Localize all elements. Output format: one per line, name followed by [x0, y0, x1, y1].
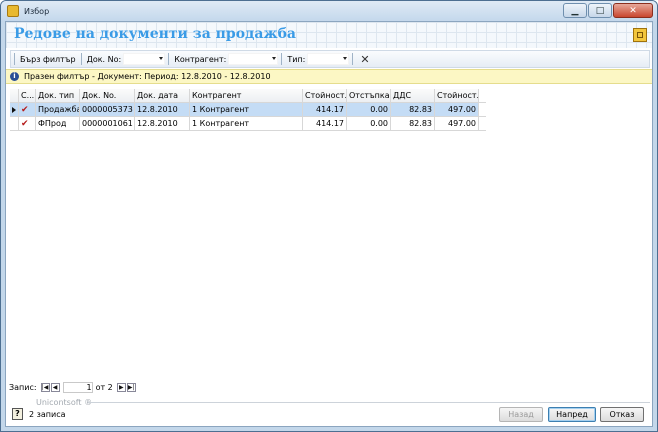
checkmark-icon: ✔ [21, 105, 29, 115]
documents-grid: С... Док. тип Док. No. Док. дата Контраг… [10, 89, 486, 131]
column-header[interactable]: Отстъпка [347, 89, 391, 102]
table-row[interactable]: ✔ ФПрод 0000001061 12.8.2010 1 Контраген… [10, 117, 486, 131]
current-row-icon [12, 106, 16, 113]
doc-no-label: Док. No: [86, 54, 122, 64]
column-header[interactable]: С... [19, 89, 36, 102]
close-button[interactable]: ✕ [613, 3, 653, 18]
back-button[interactable]: Назад [499, 407, 543, 422]
cancel-button[interactable]: Отказ [600, 407, 644, 422]
doc-type-cell: ФПрод [36, 117, 80, 130]
app-icon [7, 5, 19, 17]
column-header[interactable]: Док. дата [135, 89, 190, 102]
record-count: 2 записа [29, 409, 66, 419]
title-bar[interactable]: Избор ▁ □ ✕ [1, 1, 657, 21]
value-cell: 414.17 [303, 117, 347, 130]
next-record-icon[interactable]: ▶ [116, 382, 126, 392]
last-record-icon[interactable]: ▶| [126, 382, 136, 392]
dialog-window: Избор ▁ □ ✕ Редове на документи за прода… [0, 0, 658, 432]
column-header[interactable]: ДДС [391, 89, 435, 102]
doc-no-cell: 0000005373 [80, 103, 135, 116]
help-icon[interactable]: ? [12, 408, 23, 420]
clear-filter-icon[interactable]: ✕ [360, 53, 369, 66]
chevron-down-icon [343, 57, 348, 60]
doc-no-cell: 0000001061 [80, 117, 135, 130]
options-icon[interactable] [633, 28, 647, 42]
column-header[interactable]: Док. тип [36, 89, 80, 102]
vat-cell: 82.83 [391, 103, 435, 116]
column-header[interactable]: Контрагент [190, 89, 303, 102]
table-header: С... Док. тип Док. No. Док. дата Контраг… [10, 89, 486, 103]
window-title: Избор [24, 6, 50, 16]
doc-date-cell: 12.8.2010 [135, 117, 190, 130]
discount-cell: 0.00 [347, 103, 391, 116]
doc-no-combo[interactable] [123, 53, 166, 65]
chevron-down-icon [159, 57, 164, 60]
contractor-cell: 1 Контрагент [190, 103, 303, 116]
toolbar-separator [80, 53, 82, 65]
value-cell: 414.17 [303, 103, 347, 116]
info-icon: i [10, 72, 19, 81]
contractor-cell: 1 Контрагент [190, 117, 303, 130]
total-cell: 497.00 [435, 103, 479, 116]
total-cell: 497.00 [435, 117, 479, 130]
header-indicator [10, 89, 19, 102]
dialog-body: Редове на документи за продажба Бърз фил… [5, 21, 653, 427]
type-combo[interactable] [307, 53, 350, 65]
column-header[interactable]: Док. No. [80, 89, 135, 102]
checkmark-icon: ✔ [21, 119, 29, 129]
filter-toolbar: Бърз филтър Док. No: Контрагент: Тип: ✕ [10, 50, 650, 68]
toolbar-separator [281, 53, 283, 65]
doc-type-cell: Продажба [36, 103, 80, 116]
contractor-label: Контрагент: [174, 54, 227, 64]
vendor-watermark: Unicontsoft ® [36, 398, 93, 407]
window-controls: ▁ □ ✕ [562, 3, 653, 18]
row-checkbox[interactable]: ✔ [19, 103, 36, 116]
record-label: Запис: [9, 382, 37, 392]
status-area: ? 2 записа [12, 408, 66, 420]
chevron-down-icon [272, 57, 277, 60]
toolbar-separator [168, 53, 170, 65]
doc-date-cell: 12.8.2010 [135, 103, 190, 116]
record-number-input[interactable] [62, 381, 93, 393]
discount-cell: 0.00 [347, 117, 391, 130]
contractor-combo[interactable] [228, 53, 279, 65]
page-title: Редове на документи за продажба [14, 26, 296, 42]
minimize-button[interactable]: ▁ [563, 3, 587, 18]
previous-record-icon[interactable]: ◀ [50, 382, 60, 392]
filter-info-bar: i Празен филтър - Документ: Период: 12.8… [6, 69, 652, 84]
table-row[interactable]: ✔ Продажба 0000005373 12.8.2010 1 Контра… [10, 103, 486, 117]
footer-divider [88, 402, 650, 403]
record-navigator: Запис: |◀ ◀ от 2 ▶ ▶| [9, 381, 136, 393]
quick-filter-button[interactable]: Бърз филтър [18, 55, 78, 64]
toolbar-separator [14, 53, 15, 65]
maximize-button[interactable]: □ [588, 3, 612, 18]
type-label: Тип: [287, 54, 306, 64]
vat-cell: 82.83 [391, 117, 435, 130]
row-indicator [10, 117, 19, 130]
next-button[interactable]: Напред [548, 407, 596, 422]
page-header: Редове на документи за продажба [6, 22, 652, 48]
toolbar-separator [352, 53, 354, 65]
filter-info-text: Празен филтър - Документ: Период: 12.8.2… [24, 72, 271, 81]
row-indicator [10, 103, 19, 116]
first-record-icon[interactable]: |◀ [40, 382, 50, 392]
row-checkbox[interactable]: ✔ [19, 117, 36, 130]
record-total: от 2 [95, 382, 113, 392]
column-header[interactable]: Стойност... [303, 89, 347, 102]
column-header[interactable]: Стойност... [435, 89, 479, 102]
